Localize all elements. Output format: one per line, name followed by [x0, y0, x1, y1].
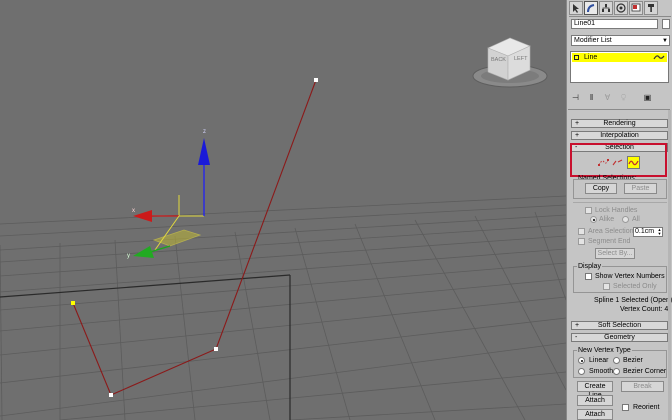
- stack-item-bulb-icon[interactable]: [574, 55, 579, 60]
- rollout-interpolation-title: Interpolation: [600, 132, 639, 139]
- command-panel-tabs: [569, 1, 671, 15]
- home-grid: [0, 195, 566, 420]
- spline-icon: [653, 55, 665, 60]
- spline-line01[interactable]: [72, 79, 317, 396]
- bezier-label: Bezier: [623, 357, 643, 364]
- show-vertex-numbers-label: Show Vertex Numbers: [595, 273, 665, 280]
- modifier-stack-toolbar: ⊣ ǁ ∀ ⍜ ▣: [570, 88, 669, 106]
- paste-button[interactable]: Paste: [624, 183, 657, 194]
- area-selection-checkbox[interactable]: [578, 228, 585, 235]
- linear-label: Linear: [589, 357, 609, 364]
- chevron-down-icon: ▼: [662, 38, 668, 44]
- hierarchy-icon[interactable]: [599, 1, 613, 15]
- spinner-arrows-icon[interactable]: ▲ ▼: [657, 228, 662, 236]
- rollout-soft-selection[interactable]: + Soft Selection: [571, 321, 668, 330]
- alike-radio[interactable]: [590, 216, 597, 223]
- motion-icon[interactable]: [614, 1, 628, 15]
- pin-stack-icon[interactable]: ⊣: [570, 92, 581, 103]
- new-vertex-type-title: New Vertex Type: [577, 347, 632, 354]
- vertex-4[interactable]: [314, 78, 318, 82]
- utilities-hammer-icon[interactable]: [644, 1, 658, 15]
- gizmo-z-label: z: [203, 129, 206, 135]
- divider: [573, 202, 667, 203]
- vertex-2[interactable]: [109, 393, 113, 397]
- reorient-checkbox[interactable]: [622, 404, 629, 411]
- collapse-icon: -: [575, 334, 578, 341]
- selected-only-checkbox[interactable]: [603, 283, 610, 290]
- show-vertex-numbers-checkbox[interactable]: [585, 273, 592, 280]
- all-label: All: [632, 216, 640, 223]
- grid-axis-lines: [0, 274, 291, 420]
- viewcube[interactable]: BACK LEFT: [470, 36, 550, 92]
- rollout-geometry-title: Geometry: [604, 334, 635, 341]
- show-end-result-icon[interactable]: ǁ: [586, 92, 597, 103]
- bezier-corner-label: Bezier Corner: [623, 368, 667, 375]
- selection-status-line2: Vertex Count: 4: [620, 306, 669, 313]
- select-by-button[interactable]: Select By...: [595, 248, 635, 259]
- lock-handles-label: Lock Handles: [595, 207, 638, 214]
- area-selection-label: Area Selection:: [588, 228, 636, 235]
- make-unique-icon[interactable]: ∀: [602, 92, 613, 103]
- attach-mult-button[interactable]: Attach Mult.: [577, 409, 613, 420]
- rollout-geometry[interactable]: - Geometry: [571, 333, 668, 342]
- all-radio[interactable]: [622, 216, 629, 223]
- create-line-button[interactable]: Create Line: [577, 381, 613, 399]
- stack-item-line[interactable]: Line: [572, 53, 667, 62]
- expand-icon: +: [575, 120, 580, 127]
- modifier-list-label: Modifier List: [574, 37, 612, 44]
- divider: [569, 16, 671, 17]
- expand-icon: +: [575, 322, 580, 329]
- object-color-swatch[interactable]: [662, 19, 670, 29]
- rollout-rendering-title: Rendering: [603, 120, 636, 127]
- modifier-list-dropdown[interactable]: Modifier List ▼: [571, 35, 670, 46]
- display-group-title: Display: [577, 263, 602, 270]
- rollout-rendering[interactable]: + Rendering: [571, 119, 668, 128]
- divider: [568, 109, 670, 110]
- transform-gizmo[interactable]: z x y: [127, 129, 210, 259]
- smooth-radio[interactable]: [578, 368, 585, 375]
- rollout-soft-selection-title: Soft Selection: [597, 322, 642, 329]
- attach-button[interactable]: Attach: [577, 395, 613, 406]
- spline-level-icon[interactable]: [627, 156, 640, 169]
- panel-scrollbar[interactable]: [668, 110, 671, 420]
- remove-modifier-icon[interactable]: ⍜: [618, 92, 629, 103]
- area-selection-spinner[interactable]: 0.1cm ▲ ▼: [633, 227, 663, 237]
- viewcube-left-label[interactable]: LEFT: [514, 56, 527, 62]
- modify-bend-icon[interactable]: [584, 1, 598, 15]
- object-name-field[interactable]: Line01: [571, 19, 658, 29]
- gizmo-x-label: x: [132, 208, 135, 214]
- rollout-interpolation[interactable]: + Interpolation: [571, 131, 668, 140]
- area-selection-value: 0.1cm: [635, 228, 655, 235]
- expand-icon: +: [575, 132, 580, 139]
- bezier-corner-radio[interactable]: [613, 368, 620, 375]
- configure-modifier-sets-icon[interactable]: ▣: [642, 92, 653, 103]
- create-arrow-icon[interactable]: [569, 1, 583, 15]
- copy-button[interactable]: Copy: [585, 183, 617, 194]
- display-icon[interactable]: [629, 1, 643, 15]
- modifier-stack[interactable]: Line: [570, 51, 669, 83]
- vertex-level-icon[interactable]: [597, 156, 610, 169]
- selected-only-label: Selected Only: [613, 283, 657, 290]
- break-button[interactable]: Break: [621, 381, 664, 392]
- selection-status-line1: Spline 1 Selected (Open): [594, 297, 672, 304]
- perspective-viewport[interactable]: z x y BACK LEFT: [0, 0, 566, 420]
- alike-label: Alike: [599, 216, 615, 223]
- linear-radio[interactable]: [578, 357, 585, 364]
- segment-end-checkbox[interactable]: [578, 238, 585, 245]
- viewcube-back-label[interactable]: BACK: [491, 57, 506, 63]
- segment-level-icon[interactable]: [611, 156, 624, 169]
- segment-end-label: Segment End: [588, 238, 631, 245]
- lock-handles-checkbox[interactable]: [585, 207, 592, 214]
- smooth-label: Smooth: [589, 368, 614, 375]
- selected-vertex[interactable]: [71, 301, 75, 305]
- bezier-radio[interactable]: [613, 357, 620, 364]
- stack-item-label: Line: [584, 54, 598, 61]
- reorient-label: Reorient: [633, 404, 660, 411]
- vertex-3[interactable]: [214, 347, 218, 351]
- gizmo-y-label: y: [127, 253, 130, 259]
